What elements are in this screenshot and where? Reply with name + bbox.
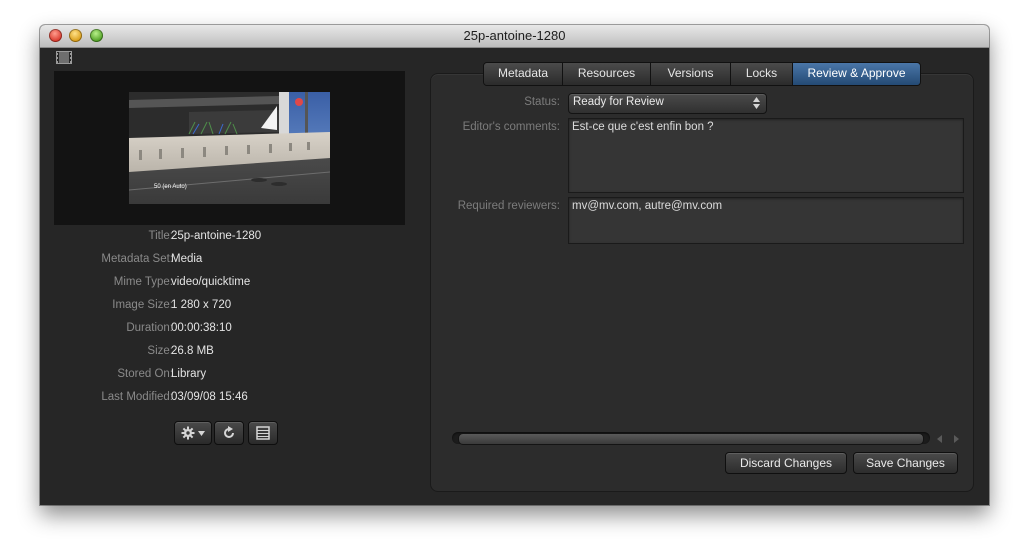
- metadata-row-stored-on: Stored On: Library: [54, 368, 414, 384]
- metadata-row-image-size: Image Size: 1 280 x 720: [54, 299, 414, 315]
- tab-review-approve[interactable]: Review & Approve: [793, 63, 920, 85]
- metadata-row-mime-type: Mime Type: video/quicktime: [54, 276, 414, 292]
- comments-label: Editor's comments:: [462, 121, 560, 133]
- metadata-row-size: Size: 26.8 MB: [54, 345, 414, 361]
- status-select-value: Ready for Review: [573, 96, 664, 108]
- status-select[interactable]: Ready for Review: [568, 93, 767, 114]
- app-window: 25p-antoine-1280 50 (en Auto) Title: 25p…: [40, 25, 989, 505]
- video-overlay-text: 50 (en Auto): [154, 184, 187, 190]
- save-changes-button[interactable]: Save Changes: [853, 452, 958, 474]
- reviewers-label: Required reviewers:: [457, 200, 560, 212]
- gear-icon: [181, 426, 195, 440]
- scroll-left-icon[interactable]: [934, 433, 946, 445]
- metadata-label: Title:: [148, 230, 174, 242]
- tab-bar: Metadata Resources Versions Locks Review…: [483, 62, 921, 86]
- action-menu-button[interactable]: [174, 421, 212, 445]
- video-thumbnail[interactable]: 50 (en Auto): [129, 92, 330, 204]
- film-strip-icon: [56, 51, 72, 64]
- select-arrows-icon: [753, 97, 760, 109]
- grid-icon: [256, 426, 270, 440]
- metadata-row-duration: Duration: 00:00:38:10: [54, 322, 414, 338]
- metadata-label: Stored On:: [117, 368, 173, 380]
- metadata-label: Metadata Set:: [101, 253, 173, 265]
- metadata-row-metadata-set: Metadata Set: Media: [54, 253, 414, 269]
- metadata-label: Size:: [147, 345, 173, 357]
- grid-view-button[interactable]: [248, 421, 278, 445]
- metadata-value: Library: [171, 368, 207, 380]
- metadata-value: 25p-antoine-1280: [171, 230, 262, 242]
- scrollbar-thumb[interactable]: [458, 433, 924, 445]
- metadata-value: Media: [171, 253, 203, 265]
- reviewers-field[interactable]: mv@mv.com, autre@mv.com: [568, 197, 964, 244]
- title-bar: 25p-antoine-1280: [40, 25, 989, 48]
- scroll-right-icon[interactable]: [950, 433, 962, 445]
- metadata-label: Image Size:: [112, 299, 173, 311]
- tab-resources[interactable]: Resources: [563, 63, 651, 85]
- metadata-value: 00:00:38:10: [171, 322, 232, 334]
- metadata-value: 03/09/08 15:46: [171, 391, 248, 403]
- comments-textarea[interactable]: Est-ce que c'est enfin bon ?: [568, 118, 964, 193]
- metadata-value: video/quicktime: [171, 276, 251, 288]
- status-label: Status:: [524, 96, 560, 108]
- metadata-label: Mime Type:: [113, 276, 173, 288]
- refresh-icon: [224, 426, 234, 438]
- tab-versions[interactable]: Versions: [651, 63, 731, 85]
- tab-metadata[interactable]: Metadata: [484, 63, 563, 85]
- metadata-row-last-modified: Last Modified: 03/09/08 15:46: [54, 391, 414, 407]
- chevron-down-icon: [198, 431, 205, 436]
- media-preview: 50 (en Auto): [54, 71, 405, 225]
- metadata-value: 1 280 x 720: [171, 299, 232, 311]
- metadata-row-title: Title: 25p-antoine-1280: [54, 230, 414, 246]
- metadata-value: 26.8 MB: [171, 345, 214, 357]
- refresh-button[interactable]: [214, 421, 244, 445]
- metadata-label: Last Modified:: [101, 391, 173, 403]
- discard-changes-button[interactable]: Discard Changes: [725, 452, 847, 474]
- window-title: 25p-antoine-1280: [463, 28, 566, 43]
- tab-locks[interactable]: Locks: [731, 63, 793, 85]
- metadata-label: Duration:: [126, 322, 173, 334]
